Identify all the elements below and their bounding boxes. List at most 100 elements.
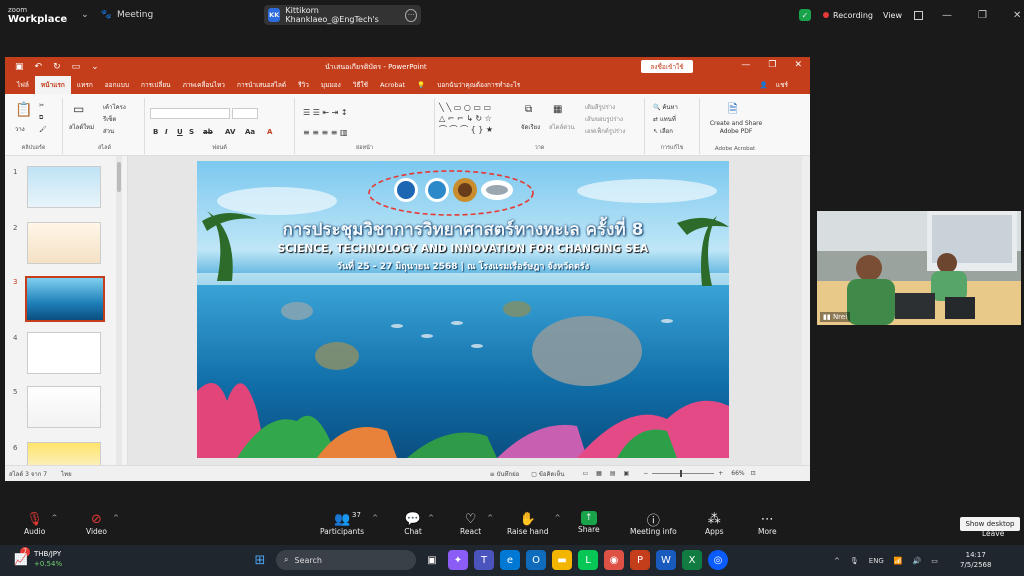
slide-canvas[interactable]: การประชุมวิชาการวิทยาศาสตร์ทางทะเล ครั้ง… [197, 161, 729, 458]
new-slide-icon[interactable]: ▭ [73, 102, 84, 116]
tab-review[interactable]: รีวิว [292, 76, 315, 94]
find-button[interactable]: 🔍 ค้นหา [653, 102, 678, 112]
zoom-slider-thumb[interactable] [680, 470, 683, 477]
share-screen-button[interactable]: ↑ Share [578, 511, 600, 534]
zoom-app-icon[interactable]: ◎ [708, 550, 728, 570]
wifi-icon[interactable]: 📶 [894, 557, 903, 565]
excel-icon[interactable]: X [682, 550, 702, 570]
scroll-thumb[interactable] [117, 162, 121, 192]
tray-mic-icon[interactable]: 🎙 [850, 557, 859, 565]
cut-icon[interactable]: ✂ [39, 102, 44, 109]
close-icon[interactable]: ✕ [1013, 10, 1021, 21]
battery-icon[interactable]: ▭ [931, 557, 938, 565]
create-pdf-button[interactable]: Create and Share Adobe PDF [704, 120, 768, 136]
chevron-up-icon[interactable]: ^ [113, 514, 119, 522]
view-button[interactable]: View [883, 0, 923, 30]
shape-effects-button[interactable]: เอฟเฟ็กต์รูปร่าง [585, 126, 625, 136]
screen-share-indicator[interactable]: KK Kittikorn Khanklaeo_@EngTech's ··· [264, 5, 421, 25]
shapes-gallery[interactable]: ╲ ╲ ▭ ○ ▭ ▭ △ ⌐ ⌐ ↳ ↻ ☆ ⌒ ⌒ ⌒ { } ★ [439, 102, 493, 135]
bullets-icon[interactable]: ☰ ☰ ⇤ ⇥ ↕ [303, 108, 348, 117]
select-button[interactable]: ↖ เลือก [653, 126, 673, 136]
font-family-box[interactable] [150, 108, 230, 119]
clock[interactable]: 14:17 7/5/2568 [960, 550, 991, 570]
fit-slide-icon[interactable]: ⊡ [751, 470, 756, 477]
shadow-icon[interactable]: S [189, 128, 194, 136]
chrome-icon[interactable]: ◉ [604, 550, 624, 570]
tab-insert[interactable]: แทรก [71, 76, 99, 94]
thumbnail-slide-5[interactable]: 5 [5, 386, 128, 432]
zoom-level[interactable]: 66% [731, 470, 744, 477]
replace-button[interactable]: ⇄ แทนที่ [653, 114, 676, 124]
outlook-icon[interactable]: O [526, 550, 546, 570]
redo-icon[interactable]: ↻ [53, 62, 61, 72]
tab-slideshow[interactable]: การนำเสนอสไลด์ [231, 76, 292, 94]
tab-transitions[interactable]: การเปลี่ยน [135, 76, 177, 94]
search-box[interactable]: ⌕ Search [276, 550, 416, 570]
chevron-down-icon[interactable]: ⌄ [81, 10, 89, 20]
layout-button[interactable]: เค้าโครง [103, 102, 126, 112]
language-indicator[interactable]: ENG [869, 557, 884, 565]
change-case-icon[interactable]: Aa [245, 128, 255, 136]
participant-video[interactable]: ▮▮ Nrei [817, 211, 1021, 325]
tab-animations[interactable]: ภาพเคลื่อนไหว [177, 76, 231, 94]
meeting-info-button[interactable]: ⓘ Meeting info [630, 511, 677, 537]
share-button[interactable]: 👤 แชร์ [754, 76, 800, 94]
tab-acrobat[interactable]: Acrobat [374, 76, 411, 94]
tab-design[interactable]: ออกแบบ [99, 76, 135, 94]
thumbnail-slide-2[interactable]: 2 [5, 222, 128, 268]
video-button[interactable]: ⊘ Video ^ [86, 511, 119, 537]
restore-icon[interactable]: ❐ [978, 10, 987, 21]
quick-styles-icon[interactable]: ▦ [553, 104, 562, 115]
shape-outline-button[interactable]: เส้นขอบรูปร่าง [585, 114, 623, 124]
comments-button[interactable]: ▢ ข้อคิดเห็น [531, 469, 564, 479]
view-buttons[interactable]: ▭▦▤▣ [583, 470, 638, 477]
participants-button[interactable]: 👥 Participants 37 ^ [320, 511, 378, 536]
thumbnail-scrollbar[interactable] [116, 156, 122, 465]
edge-icon[interactable]: e [500, 550, 520, 570]
sign-in-button[interactable]: ลงชื่อเข้าใช้ [641, 60, 693, 73]
arrange-icon[interactable]: ⧉ [525, 104, 532, 115]
quick-styles-button[interactable]: สไตล์ด่วน [549, 122, 575, 132]
minimize-icon[interactable]: — [942, 10, 952, 21]
security-shield-icon[interactable]: ✓ [799, 9, 811, 21]
editor-scrollbar[interactable] [802, 156, 810, 465]
tab-view[interactable]: มุมมอง [315, 76, 347, 94]
apps-button[interactable]: ⁂ Apps [705, 511, 724, 537]
format-painter-icon[interactable]: 🖌 [39, 126, 47, 133]
underline-icon[interactable]: U [177, 128, 183, 136]
font-size-box[interactable] [232, 108, 258, 119]
audio-button[interactable]: 🎙 Audio ^ [24, 511, 57, 537]
chevron-up-icon[interactable]: ^ [487, 514, 493, 522]
thumbnail-slide-1[interactable]: 1 [5, 166, 128, 212]
bold-icon[interactable]: B [153, 128, 158, 136]
chevron-up-icon[interactable]: ^ [372, 514, 378, 522]
chevron-up-icon[interactable]: ^ [51, 514, 57, 522]
ppt-minimize-icon[interactable]: — [741, 60, 750, 70]
start-slideshow-icon[interactable]: ▭ [72, 62, 81, 72]
zoom-in-icon[interactable]: + [718, 470, 723, 477]
tab-file[interactable]: ไฟล์ [11, 76, 35, 94]
ppt-restore-icon[interactable]: ❐ [768, 60, 776, 70]
teams-icon[interactable]: T [474, 550, 494, 570]
zoom-slider[interactable] [652, 470, 715, 477]
powerpoint-icon[interactable]: P [630, 550, 650, 570]
shape-fill-button[interactable]: เติมสีรูปร่าง [585, 102, 615, 112]
font-color-icon[interactable]: A [267, 128, 272, 136]
tab-home[interactable]: หน้าแรก [34, 76, 71, 94]
tray-arrow-icon[interactable]: ^ [834, 557, 840, 565]
notes-button[interactable]: ≡ บันทึกย่อ [490, 469, 520, 479]
word-icon[interactable]: W [656, 550, 676, 570]
raise-hand-button[interactable]: ✋ Raise hand ^ [507, 511, 561, 537]
spacing-icon[interactable]: AV [225, 128, 235, 136]
strikethrough-icon[interactable]: ab [203, 128, 213, 136]
more-options-icon[interactable]: ··· [405, 8, 417, 22]
volume-icon[interactable]: 🔊 [913, 557, 922, 565]
pdf-icon[interactable]: 🗎 [728, 100, 738, 121]
chevron-up-icon[interactable]: ^ [428, 514, 434, 522]
customize-qat-icon[interactable]: ⌄ [91, 62, 99, 72]
align-icons[interactable]: ≡ ≡ ≡ ≡ ▥ [303, 128, 348, 137]
paste-icon[interactable]: 📋 [15, 102, 32, 118]
zoom-out-icon[interactable]: − [643, 470, 648, 477]
thumbnail-slide-4[interactable]: 4 [5, 332, 128, 378]
line-icon[interactable]: L [578, 550, 598, 570]
